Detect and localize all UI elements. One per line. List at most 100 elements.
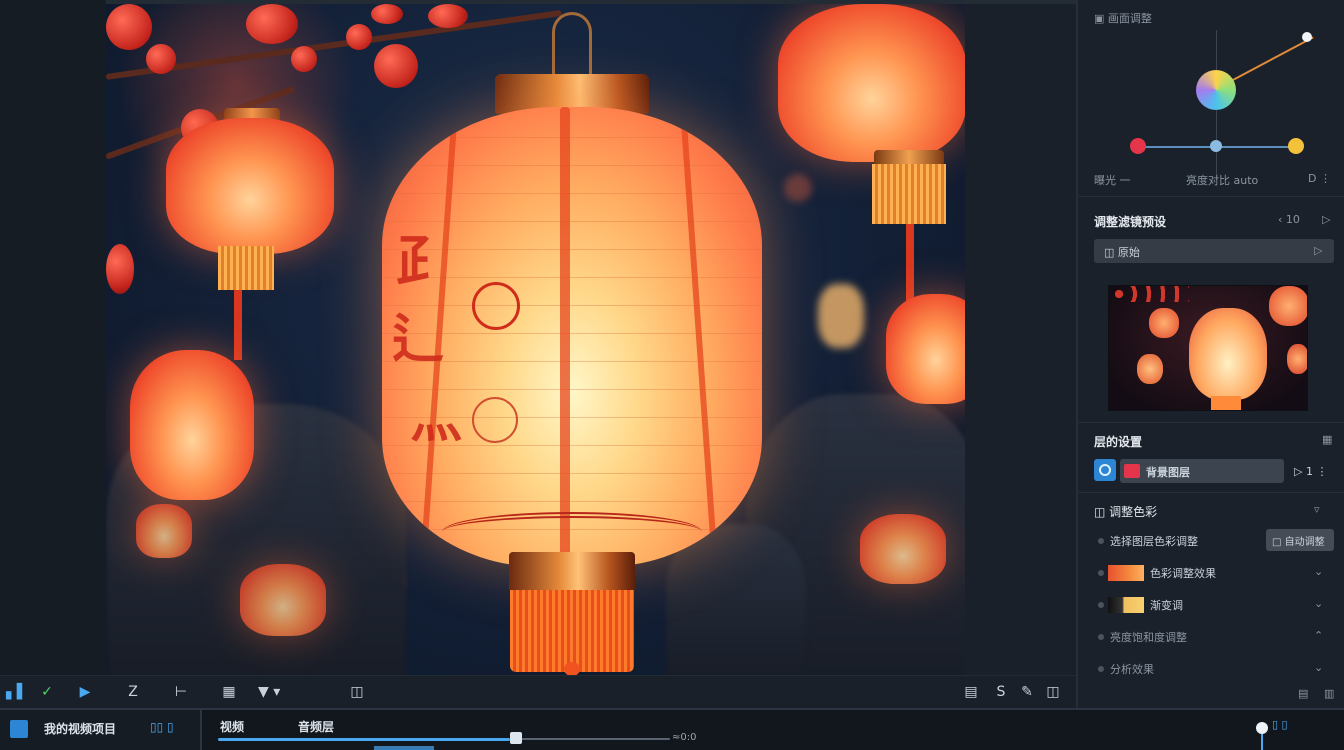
timeline-progress[interactable] xyxy=(218,738,510,741)
expand-icon[interactable]: ⌃ xyxy=(1314,629,1323,642)
playhead-handle[interactable] xyxy=(510,732,522,744)
lantern-tassel xyxy=(872,164,946,224)
clip-segment[interactable] xyxy=(374,746,434,750)
zoom-line xyxy=(1261,734,1263,750)
adjust-row-label: 色彩调整效果 xyxy=(1150,567,1216,580)
lantern-ornament xyxy=(442,512,702,552)
layer-settings-icon[interactable]: ▦ xyxy=(1322,433,1332,446)
expand-icon[interactable]: ⌄ xyxy=(1314,597,1323,610)
color-adjust-section: ◫ 调整色彩 ▿ 选择图层色彩调整 □ 自动调整 色彩调整效果 ⌄ 渐变调 ⌄ … xyxy=(1078,492,1344,708)
adjust-row-label: 亮度饱和度调整 xyxy=(1110,631,1187,644)
adjust-row-label: 渐变调 xyxy=(1150,599,1183,612)
layer-name-field[interactable]: 背景图层 xyxy=(1120,459,1284,483)
export-icon[interactable]: ◫ xyxy=(1044,682,1062,702)
row-bullet xyxy=(1098,634,1104,640)
track-thumb[interactable] xyxy=(10,720,28,738)
layer-visibility-toggle[interactable] xyxy=(1094,459,1116,481)
layer-settings-section: 层的设置 ▦ 背景图层 ▷ 1 ⋮ xyxy=(1078,422,1344,492)
layers-tool-icon[interactable]: ▖▌ xyxy=(6,682,28,702)
warm-swatch[interactable] xyxy=(1108,565,1144,581)
shadow-handle[interactable] xyxy=(1130,138,1146,154)
tassel-knot xyxy=(564,662,580,675)
preset-next-button[interactable]: ▷ xyxy=(1322,213,1330,226)
background-lantern xyxy=(136,504,192,558)
background-lantern xyxy=(240,564,326,636)
preset-dropdown-value: ◫ 原始 xyxy=(1104,246,1140,259)
lantern-bottom-cap xyxy=(509,552,635,592)
layer-color-icon xyxy=(1124,464,1140,478)
graph-mid-label: 亮度对比 auto xyxy=(1186,174,1259,187)
auto-adjust-button[interactable]: □ 自动调整 xyxy=(1266,529,1334,551)
select-tool-icon[interactable]: ▶ xyxy=(76,682,94,702)
background-lantern xyxy=(886,294,965,404)
row-bullet xyxy=(1098,570,1104,576)
timeline-end-icons[interactable]: ▯ ▯ xyxy=(1272,718,1288,731)
color-adjust-title: ◫ 调整色彩 xyxy=(1094,505,1158,519)
graph-right-label[interactable]: D ⋮ xyxy=(1308,172,1331,185)
track-controls[interactable]: ▯▯ ▯ xyxy=(150,720,174,734)
expand-icon[interactable]: ⌄ xyxy=(1314,565,1323,578)
pen-icon[interactable]: ✎ xyxy=(1018,682,1036,702)
left-gutter xyxy=(0,0,106,675)
track-label-video: 视频 xyxy=(220,720,245,734)
timeline-track-header: 我的视频项目 ▯▯ ▯ xyxy=(0,710,202,750)
track-label-audio: 音频层 xyxy=(298,720,335,734)
curves-graph[interactable] xyxy=(1108,30,1338,180)
midtone-handle[interactable] xyxy=(1210,140,1222,152)
lantern-tassel xyxy=(218,246,274,290)
background-lantern xyxy=(860,514,946,584)
properties-panel: ▣ 画面调整 曝光 一 亮度对比 auto D ⋮ 调整滤镜预设 ‹ 10 ▷ … xyxy=(1076,0,1344,708)
check-tool-icon[interactable]: ✓ xyxy=(38,682,56,702)
bottom-toolbar: ▖▌ ✓ ▶ Z ⊢ ▦ ▼ ▾ ◫ ▤ S ✎ ◫ xyxy=(0,675,1076,708)
layer-settings-title: 层的设置 xyxy=(1094,435,1143,449)
berry xyxy=(291,46,317,72)
grid-tool-icon[interactable]: ▦ xyxy=(220,682,238,702)
crop-tool-icon[interactable]: ⊢ xyxy=(172,682,190,702)
bokeh-light xyxy=(784,174,812,202)
layer-name: 背景图层 xyxy=(1146,466,1190,479)
berry xyxy=(246,4,298,44)
curve-endpoint-handle[interactable] xyxy=(1302,32,1312,42)
background-lantern xyxy=(130,350,254,500)
auto-adjust-label: □ 自动调整 xyxy=(1272,537,1325,548)
monitor-icon[interactable]: ▤ xyxy=(962,682,980,702)
lantern-tassel xyxy=(510,590,634,672)
zoom-handle[interactable] xyxy=(1256,722,1268,734)
frame-tool-icon[interactable]: ◫ xyxy=(348,682,366,702)
timeline-remaining xyxy=(520,738,670,740)
berry xyxy=(106,244,134,294)
adjust-row-label: 选择图层色彩调整 xyxy=(1110,535,1198,548)
preset-dropdown[interactable]: ◫ 原始 ▷ xyxy=(1094,239,1334,263)
gradient-swatch[interactable] xyxy=(1108,597,1144,613)
zoom-tool-icon[interactable]: Z xyxy=(124,682,142,702)
swap-icon[interactable]: S xyxy=(992,682,1010,702)
canvas-margin xyxy=(965,4,1076,675)
row-bullet xyxy=(1098,538,1104,544)
collapse-chevron-icon[interactable]: ▿ xyxy=(1314,503,1320,516)
color-wheel-handle[interactable] xyxy=(1196,70,1236,110)
lantern-calligraphy: ⺣ xyxy=(410,389,463,450)
filter-preset-section: 调整滤镜预设 ‹ 10 ▷ ◫ 原始 ▷ xyxy=(1078,196,1344,422)
berry xyxy=(346,24,372,50)
row-bullet xyxy=(1098,666,1104,672)
preset-prev-button[interactable]: ‹ 10 xyxy=(1278,213,1300,226)
filter-tool-icon[interactable]: ▼ ▾ xyxy=(258,682,280,702)
lantern-calligraphy: ⺪ xyxy=(396,229,452,295)
editor-app: ⺪ ⻍ ⺣ ▖▌ ✓ ▶ Z ⊢ ▦ ▼ ▾ ◫ ▤ S ✎ ◫ 我的视频项目 … xyxy=(0,0,1344,750)
expand-icon[interactable]: ⌄ xyxy=(1314,661,1323,674)
panel-footer-icon[interactable]: ▤ xyxy=(1298,687,1308,700)
highlight-handle[interactable] xyxy=(1288,138,1304,154)
lantern-calligraphy: ⻍ xyxy=(392,309,445,370)
lantern-emblem xyxy=(472,397,518,443)
layer-opacity[interactable]: ▷ 1 ⋮ xyxy=(1294,465,1327,478)
time-marker: ≈0:0 xyxy=(672,732,697,743)
main-lantern: ⺪ ⻍ ⺣ xyxy=(382,12,762,675)
preset-thumbnail[interactable] xyxy=(1108,285,1308,411)
preset-dropdown-arrow: ▷ xyxy=(1314,244,1323,257)
bokeh-light xyxy=(818,284,864,348)
image-canvas[interactable]: ⺪ ⻍ ⺣ xyxy=(106,4,965,675)
panel-footer-icon[interactable]: ▥ xyxy=(1324,687,1334,700)
row-bullet xyxy=(1098,602,1104,608)
filter-preset-title: 调整滤镜预设 xyxy=(1094,215,1167,229)
lantern-string xyxy=(234,290,242,360)
